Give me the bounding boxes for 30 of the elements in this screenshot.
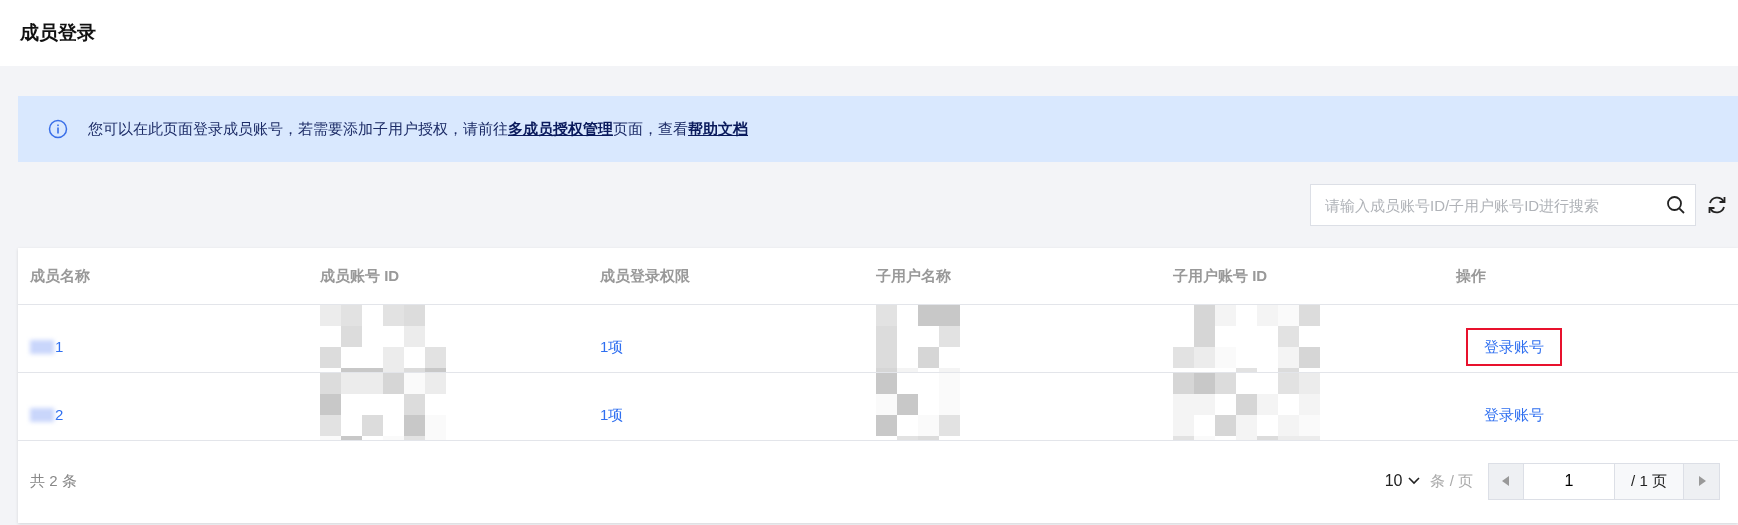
refresh-icon[interactable] bbox=[1706, 194, 1728, 216]
column-header: 成员名称 bbox=[30, 267, 90, 284]
column-header: 子用户名称 bbox=[876, 267, 951, 284]
column-header: 成员登录权限 bbox=[600, 267, 690, 284]
permission-link[interactable]: 1项 bbox=[600, 406, 624, 423]
right-triangle-icon bbox=[1697, 476, 1706, 486]
permission-link[interactable]: 1项 bbox=[600, 338, 624, 355]
total-count: 共 2 条 bbox=[30, 470, 77, 491]
page-input[interactable]: 1 bbox=[1524, 462, 1614, 500]
chevron-down-icon bbox=[1408, 477, 1421, 485]
left-triangle-icon bbox=[1502, 476, 1510, 486]
help-docs-link[interactable]: 帮助文档 bbox=[688, 119, 748, 137]
search-icon[interactable] bbox=[1666, 195, 1686, 215]
column-header: 操作 bbox=[1456, 267, 1486, 284]
column-header: 子用户账号 ID bbox=[1173, 267, 1268, 284]
previous-page-button[interactable] bbox=[1488, 462, 1524, 500]
auth-management-link[interactable]: 多成员授权管理 bbox=[508, 119, 613, 137]
next-page-button[interactable] bbox=[1684, 462, 1720, 500]
page-size-select[interactable]: 10 bbox=[1384, 469, 1421, 493]
member-name-link[interactable]: 2 bbox=[30, 403, 64, 427]
info-icon bbox=[48, 119, 68, 139]
page-size-unit: 条 / 页 bbox=[1430, 470, 1473, 491]
login-account-link[interactable]: 登录账号 bbox=[1466, 327, 1562, 367]
notice-text: 您可以在此页面登录成员账号，若需要添加子用户授权，请前往多成员授权管理页面，查看帮助文档 bbox=[88, 118, 748, 139]
member-name-link[interactable]: 1 bbox=[30, 335, 64, 359]
search-field[interactable]: 请输入成员账号ID/子用户账号ID进行搜索 bbox=[1310, 184, 1696, 226]
page-count: / 1 页 bbox=[1614, 462, 1684, 500]
page-title: 成员登录 bbox=[20, 20, 96, 45]
column-header: 成员账号 ID bbox=[320, 267, 400, 284]
login-account-link[interactable]: 登录账号 bbox=[1466, 395, 1562, 435]
